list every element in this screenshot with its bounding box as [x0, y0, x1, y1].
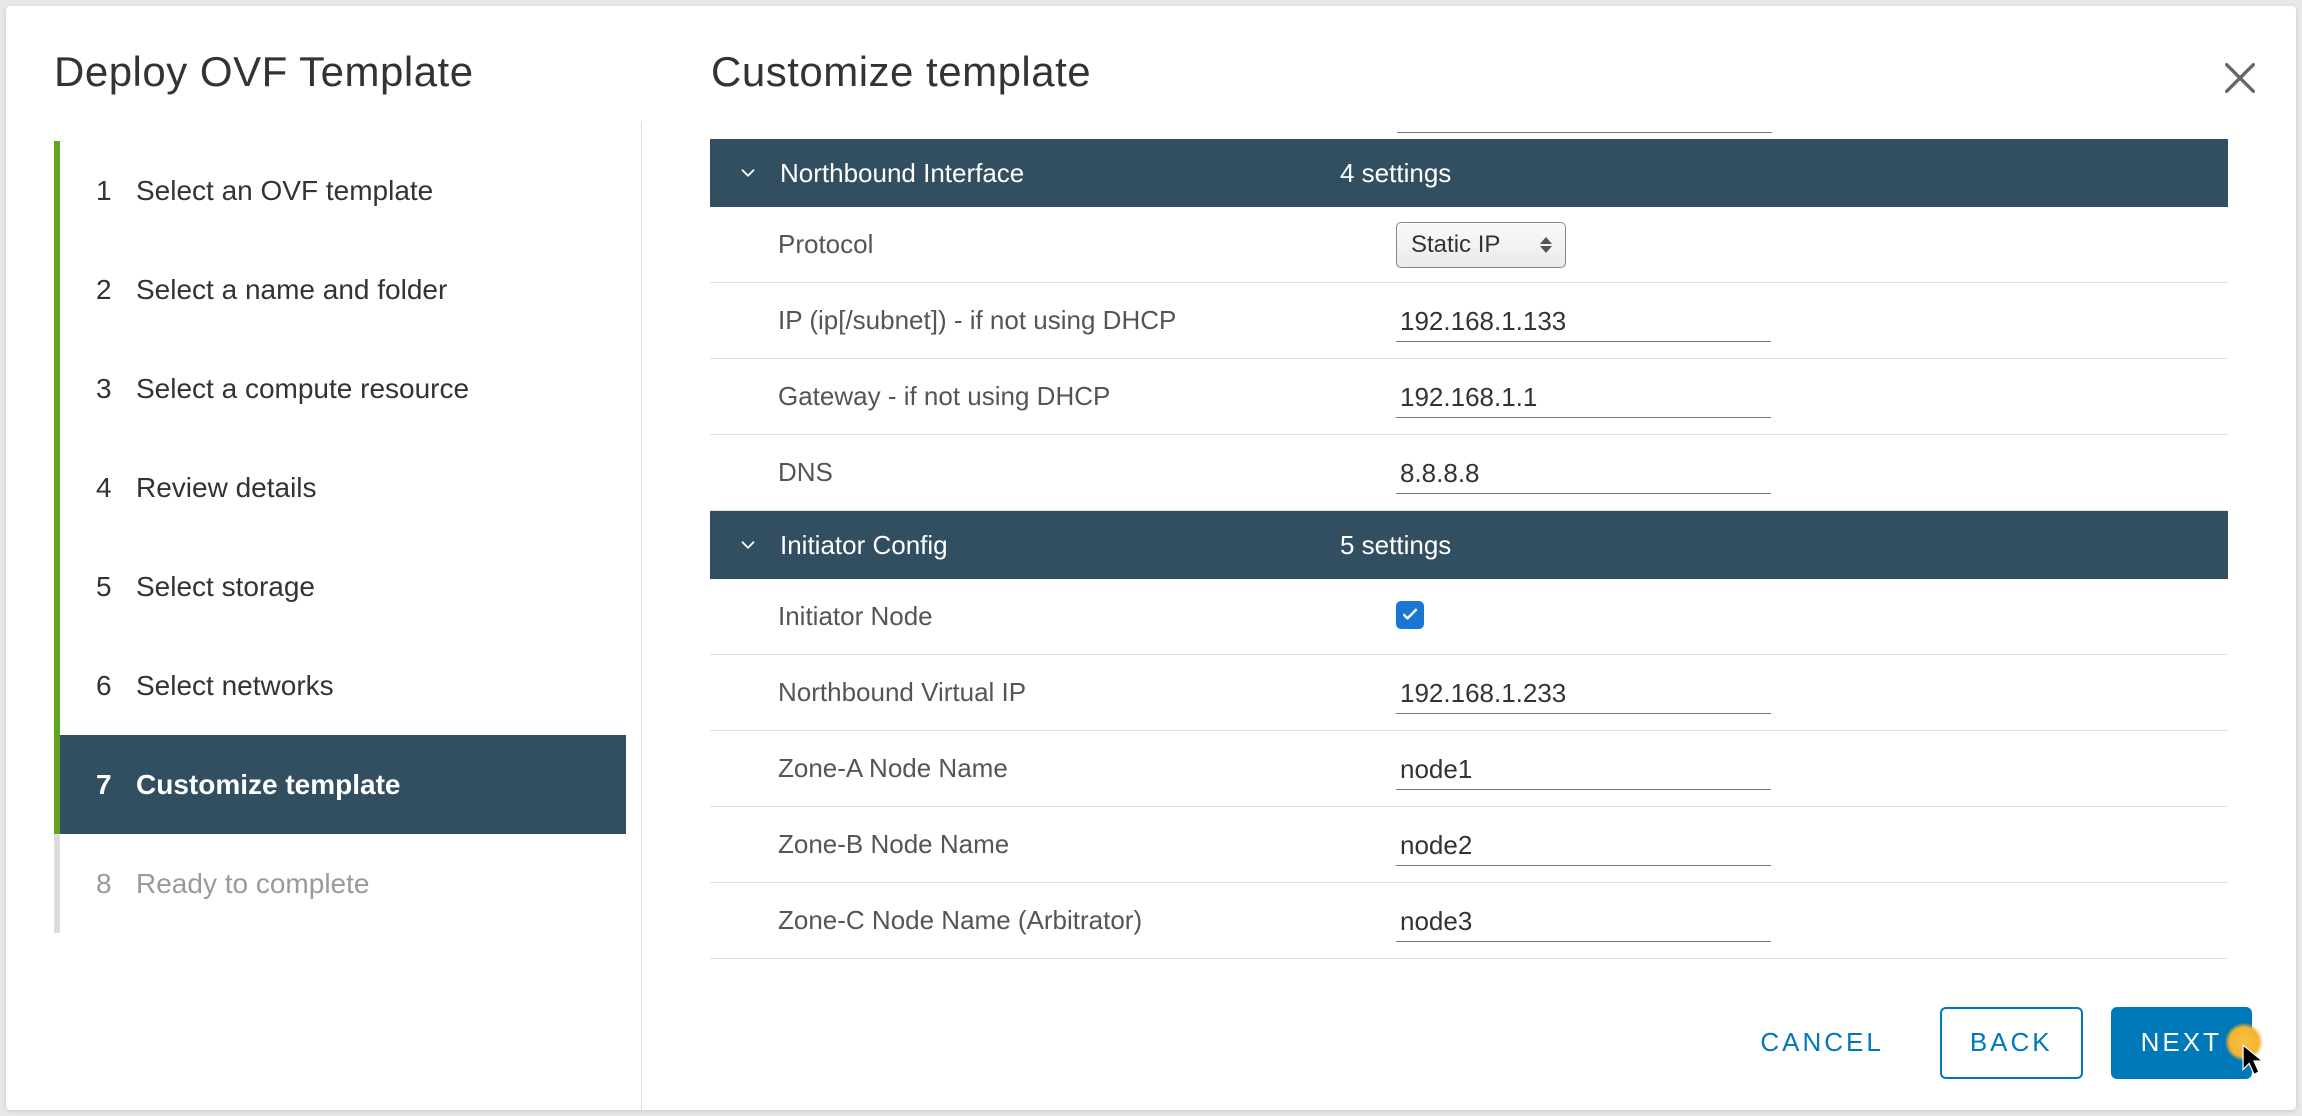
step-label: Select a compute resource — [136, 373, 626, 405]
step-7[interactable]: 7 Customize template — [60, 735, 626, 834]
field-label: Zone-B Node Name — [778, 829, 1396, 860]
row-virtual-ip: Northbound Virtual IP — [710, 655, 2228, 731]
field-label: Northbound Virtual IP — [778, 677, 1396, 708]
zone-a-input[interactable] — [1396, 748, 1771, 790]
step-label: Review details — [136, 472, 626, 504]
step-label: Select a name and folder — [136, 274, 626, 306]
wizard-steps: 1 Select an OVF template 2 Select a name… — [54, 141, 626, 933]
step-number: 6 — [96, 670, 136, 702]
section-count: 4 settings — [1340, 158, 1451, 189]
step-3[interactable]: 3 Select a compute resource — [60, 339, 626, 438]
zone-b-input[interactable] — [1396, 824, 1771, 866]
row-zone-a: Zone-A Node Name — [710, 731, 2228, 807]
next-button[interactable]: NEXT — [2111, 1007, 2252, 1079]
back-button[interactable]: BACK — [1940, 1007, 2083, 1079]
check-icon — [1400, 605, 1420, 625]
close-button[interactable] — [2220, 58, 2260, 98]
wizard-footer: CANCEL BACK NEXT — [642, 975, 2296, 1110]
step-number: 8 — [96, 868, 136, 900]
chevron-down-icon — [734, 162, 762, 184]
wizard-sidebar: 1 Select an OVF template 2 Select a name… — [6, 121, 642, 1110]
section-header-northbound[interactable]: Northbound Interface 4 settings — [710, 139, 2228, 207]
zone-c-input[interactable] — [1396, 900, 1771, 942]
row-initiator-node: Initiator Node — [710, 579, 2228, 655]
row-ip: IP (ip[/subnet]) - if not using DHCP — [710, 283, 2228, 359]
row-protocol: Protocol Static IP — [710, 207, 2228, 283]
dns-input[interactable] — [1396, 452, 1771, 494]
step-2[interactable]: 2 Select a name and folder — [60, 240, 626, 339]
field-label: Zone-C Node Name (Arbitrator) — [778, 905, 1396, 936]
chevron-down-icon — [734, 534, 762, 556]
page-title: Customize template — [641, 6, 2296, 121]
protocol-select[interactable]: Static IP — [1396, 222, 1566, 268]
row-zone-b: Zone-B Node Name — [710, 807, 2228, 883]
step-label: Select networks — [136, 670, 626, 702]
ip-input[interactable] — [1396, 300, 1771, 342]
row-dns: DNS — [710, 435, 2228, 511]
step-label: Select an OVF template — [136, 175, 626, 207]
gateway-input[interactable] — [1396, 376, 1771, 418]
section-count: 5 settings — [1340, 530, 1451, 561]
cancel-button[interactable]: CANCEL — [1732, 1007, 1911, 1079]
step-number: 7 — [96, 769, 136, 801]
step-1[interactable]: 1 Select an OVF template — [60, 141, 626, 240]
select-value: Static IP — [1411, 231, 1537, 259]
step-6[interactable]: 6 Select networks — [60, 636, 626, 735]
step-number: 5 — [96, 571, 136, 603]
step-number: 2 — [96, 274, 136, 306]
step-number: 1 — [96, 175, 136, 207]
field-label: DNS — [778, 457, 1396, 488]
step-5[interactable]: 5 Select storage — [60, 537, 626, 636]
row-gateway: Gateway - if not using DHCP — [710, 359, 2228, 435]
partial-field-above — [1397, 121, 1772, 133]
field-label: Zone-A Node Name — [778, 753, 1396, 784]
field-label: Protocol — [778, 229, 1396, 260]
wizard-title: Deploy OVF Template — [6, 6, 641, 121]
step-label: Select storage — [136, 571, 626, 603]
row-zone-c: Zone-C Node Name (Arbitrator) — [710, 883, 2228, 959]
step-8: 8 Ready to complete — [60, 834, 626, 933]
section-header-initiator[interactable]: Initiator Config 5 settings — [710, 511, 2228, 579]
step-label: Customize template — [136, 769, 626, 801]
virtual-ip-input[interactable] — [1396, 672, 1771, 714]
section-title: Northbound Interface — [780, 158, 1340, 189]
section-title: Initiator Config — [780, 530, 1340, 561]
close-icon — [2220, 58, 2260, 98]
step-number: 3 — [96, 373, 136, 405]
select-stepper-icon — [1537, 237, 1555, 253]
form-scroll-area[interactable]: Northbound Interface 4 settings Protocol… — [642, 121, 2296, 975]
field-label: IP (ip[/subnet]) - if not using DHCP — [778, 305, 1396, 336]
step-label: Ready to complete — [136, 868, 626, 900]
initiator-node-checkbox[interactable] — [1396, 601, 1424, 629]
field-label: Initiator Node — [778, 601, 1396, 632]
step-number: 4 — [96, 472, 136, 504]
step-4[interactable]: 4 Review details — [60, 438, 626, 537]
field-label: Gateway - if not using DHCP — [778, 381, 1396, 412]
